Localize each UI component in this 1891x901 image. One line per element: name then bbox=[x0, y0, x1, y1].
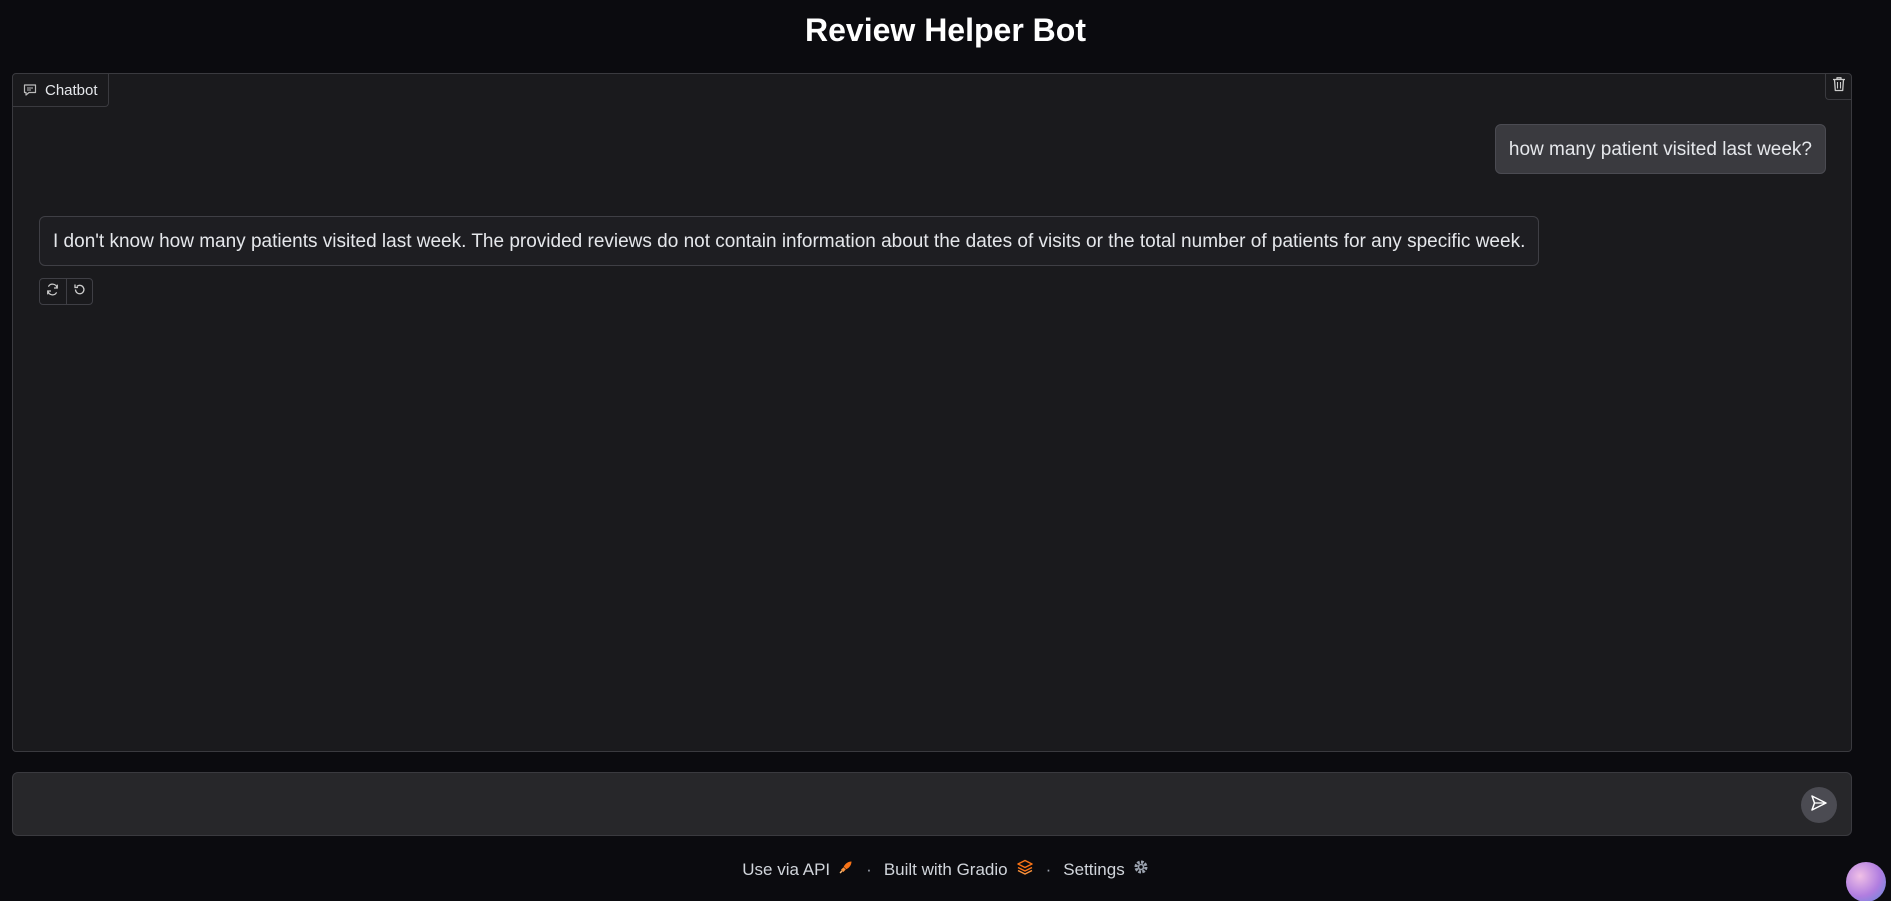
rocket-icon bbox=[838, 859, 854, 880]
undo-icon bbox=[73, 283, 86, 301]
chatbot-label-text: Chatbot bbox=[45, 81, 98, 99]
send-icon bbox=[1810, 794, 1828, 817]
built-with-gradio-label: Built with Gradio bbox=[883, 859, 1008, 879]
clear-chat-button[interactable] bbox=[1825, 74, 1851, 100]
refresh-icon bbox=[46, 283, 59, 301]
footer-separator: · bbox=[866, 859, 872, 879]
message-input[interactable] bbox=[27, 783, 1787, 827]
use-via-api-link[interactable]: Use via API bbox=[742, 859, 854, 880]
gradio-logo-icon bbox=[1016, 859, 1034, 880]
built-with-gradio-link[interactable]: Built with Gradio bbox=[884, 859, 1034, 880]
page: Review Helper Bot Chatbot how many patie… bbox=[0, 0, 1891, 901]
chat-bubble-icon bbox=[23, 83, 37, 97]
trash-icon bbox=[1832, 76, 1846, 97]
message-input-container bbox=[12, 772, 1852, 836]
page-title: Review Helper Bot bbox=[805, 12, 1086, 48]
settings-label: Settings bbox=[1063, 859, 1125, 879]
footer-separator: · bbox=[1045, 859, 1052, 879]
settings-link[interactable]: Settings bbox=[1063, 859, 1148, 880]
chatbot-panel: Chatbot how many patient visited last we… bbox=[12, 73, 1852, 752]
bot-message: I don't know how many patients visited l… bbox=[39, 216, 1540, 266]
footer: Use via API · Built with Gradio · Settin… bbox=[0, 859, 1891, 880]
gear-icon bbox=[1133, 859, 1149, 880]
use-via-api-label: Use via API bbox=[742, 859, 831, 879]
undo-button[interactable] bbox=[65, 279, 93, 304]
user-message: how many patient visited last week? bbox=[1494, 124, 1826, 174]
avatar[interactable] bbox=[1846, 862, 1886, 901]
send-button[interactable] bbox=[1801, 787, 1837, 823]
retry-button[interactable] bbox=[40, 279, 66, 304]
chatbot-label: Chatbot bbox=[13, 74, 109, 107]
message-actions bbox=[39, 278, 93, 305]
